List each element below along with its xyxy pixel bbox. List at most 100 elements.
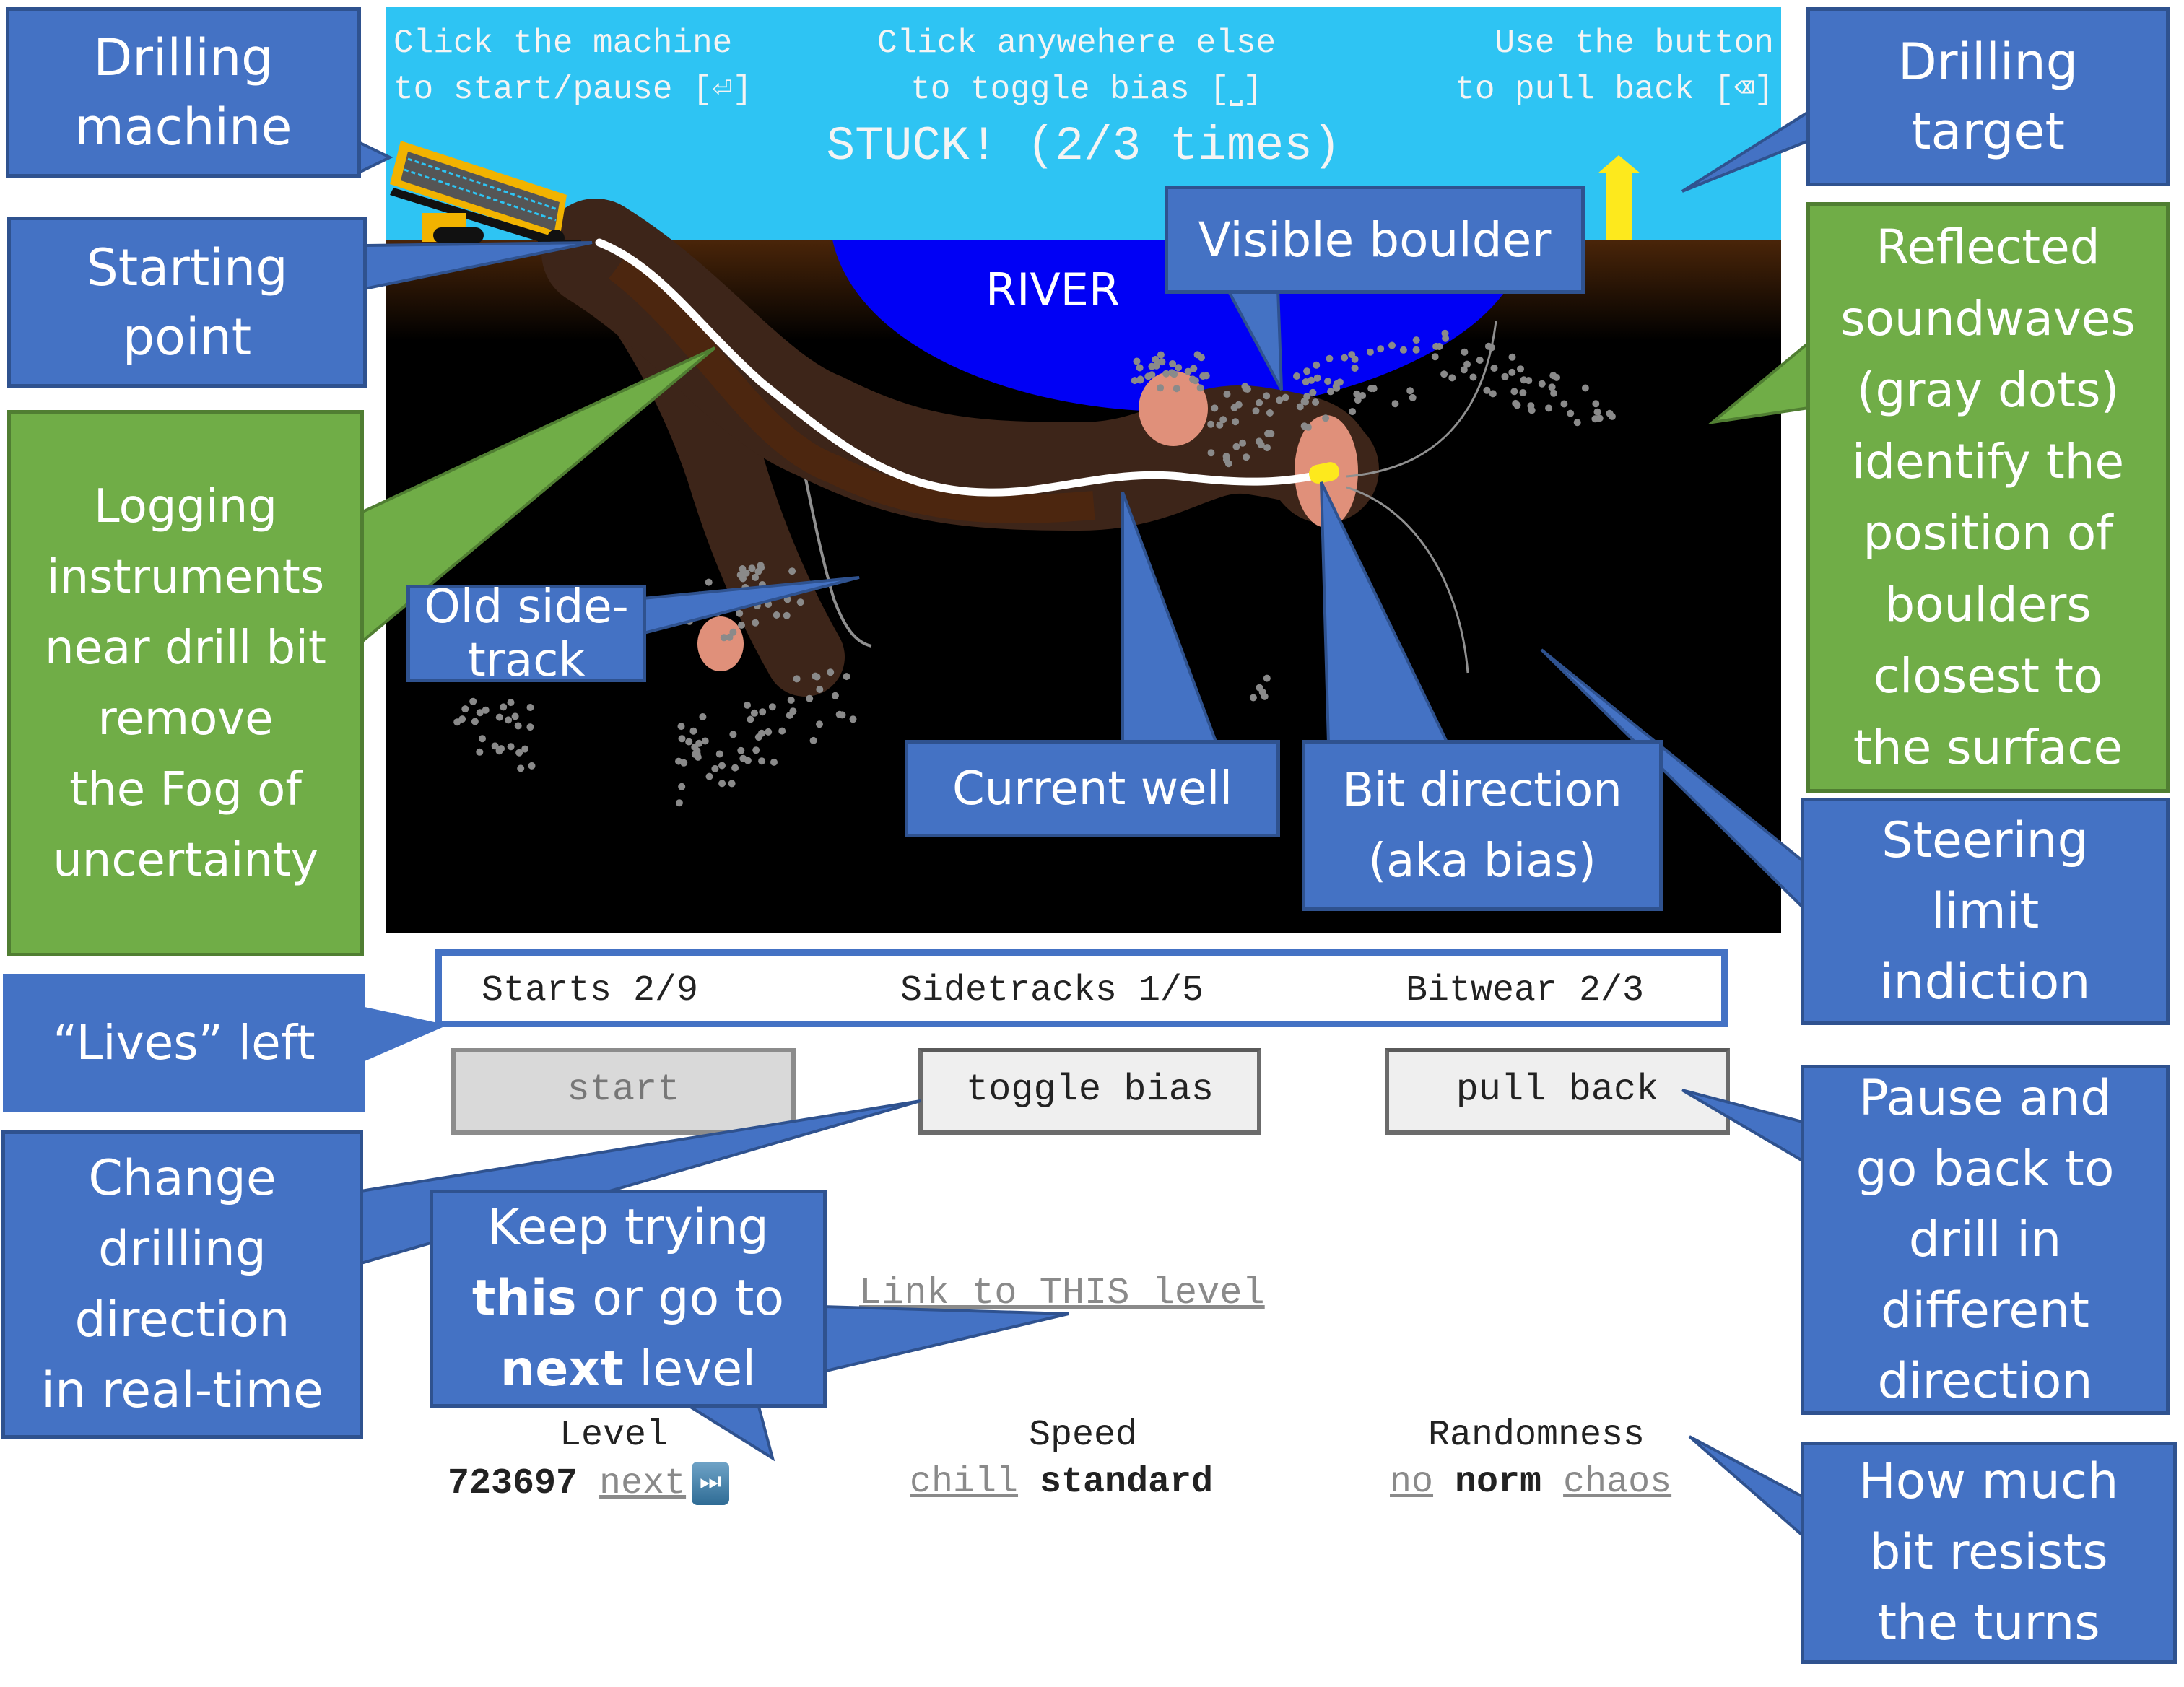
soundwave-dot <box>1241 383 1249 391</box>
soundwave-dot <box>1266 409 1274 417</box>
soundwave-dot <box>1303 393 1311 401</box>
soundwave-dot <box>1207 420 1215 428</box>
soundwave-dot <box>701 737 709 745</box>
soundwave-dot <box>843 673 850 681</box>
soundwave-dot <box>1202 372 1210 380</box>
soundwave-dot <box>495 747 503 755</box>
soundwave-dot <box>768 703 776 711</box>
soundwave-dot <box>526 723 534 731</box>
hint-pull-line2: to pull back [⌫] <box>1455 71 1774 108</box>
pointer-keep-trying-next <box>681 1403 775 1462</box>
speed-option-standard[interactable]: standard <box>1040 1462 1213 1503</box>
callout-current-well: Current well <box>905 740 1280 837</box>
soundwave-dot <box>1324 378 1332 385</box>
soundwave-dot <box>753 602 761 609</box>
river-label: RIVER <box>986 263 1121 316</box>
keep-trying-line2: this or go to <box>472 1263 784 1334</box>
soundwave-dot <box>788 567 796 575</box>
soundwave-dot <box>1173 385 1180 393</box>
soundwave-dot <box>1593 408 1601 416</box>
soundwave-dot <box>1224 460 1232 468</box>
soundwave-dot <box>1191 377 1199 385</box>
soundwave-dot <box>738 622 745 629</box>
callout-bit-resists: How much bit resists the turns <box>1801 1442 2177 1664</box>
callout-change-direction: Change drilling direction in real-time <box>1 1130 363 1439</box>
hint-pull-back: Use the button to pull back [⌫] <box>1455 20 1774 113</box>
soundwave-dot <box>831 692 839 699</box>
soundwave-dot <box>675 799 683 807</box>
soundwave-dot <box>752 619 760 627</box>
soundwave-dot <box>515 749 523 757</box>
soundwave-dot <box>849 715 857 723</box>
soundwave-dot <box>685 738 693 746</box>
soundwave-dot <box>714 590 722 598</box>
callout-old-sidetrack: Old side-track <box>406 580 646 687</box>
soundwave-dot <box>705 578 713 586</box>
soundwave-dot <box>500 703 508 711</box>
hint-start-line1: Click the machine <box>393 25 733 62</box>
soundwave-dot <box>758 581 766 588</box>
next-level-link[interactable]: next <box>599 1463 686 1504</box>
soundwave-dot <box>1256 684 1263 692</box>
soundwave-dot <box>1249 694 1257 702</box>
pull-back-button[interactable]: pull back <box>1385 1048 1730 1135</box>
soundwave-dot <box>476 709 484 717</box>
soundwave-dot <box>526 704 534 711</box>
randomness-option-chaos[interactable]: chaos <box>1563 1462 1671 1503</box>
soundwave-dot <box>1136 364 1144 372</box>
soundwave-dot <box>1476 357 1484 364</box>
fast-forward-icon[interactable]: ⏭ <box>692 1462 730 1505</box>
keep-trying-or-go: or go to <box>576 1270 785 1327</box>
soundwave-dot <box>1211 404 1219 412</box>
soundwave-dot <box>1490 365 1498 372</box>
keep-trying-next: next <box>500 1341 624 1398</box>
callout-visible-boulder: Visible boulder <box>1165 186 1585 294</box>
soundwave-dot <box>1513 401 1521 409</box>
soundwave-dot <box>1207 449 1215 457</box>
callout-logging: Logging instruments near drill bit remov… <box>7 410 364 956</box>
soundwave-dot <box>741 583 749 591</box>
soundwave-dot <box>1351 365 1359 372</box>
callout-bit-direction-text: Bit direction (aka bias) <box>1342 763 1622 888</box>
soundwave-dot <box>1276 396 1284 404</box>
soundwave-dot <box>1341 354 1349 362</box>
randomness-option-no[interactable]: no <box>1390 1462 1433 1503</box>
soundwave-dot <box>476 748 484 756</box>
soundwave-dot <box>720 634 728 642</box>
start-button[interactable]: start <box>451 1048 796 1135</box>
soundwave-dot <box>1263 674 1271 682</box>
soundwave-dot <box>809 736 817 744</box>
soundwave-dot <box>1520 376 1528 384</box>
randomness-option-norm[interactable]: norm <box>1455 1462 1541 1503</box>
soundwave-dot <box>1412 336 1420 344</box>
soundwave-dot <box>1168 369 1175 377</box>
soundwave-dot <box>453 718 461 726</box>
soundwave-dot <box>1567 409 1575 417</box>
soundwave-dot <box>813 673 821 681</box>
soundwave-dot <box>686 617 693 625</box>
callout-reflected-text: Reflected soundwaves (gray dots) identif… <box>1840 219 2136 775</box>
soundwave-dot <box>1243 453 1250 461</box>
soundwave-dot <box>1508 353 1516 361</box>
soundwave-dots <box>453 329 1616 807</box>
soundwave-dot <box>747 715 754 723</box>
soundwave-dot <box>806 694 814 702</box>
callout-bit-resists-text: How much bit resists the turns <box>1858 1453 2119 1652</box>
speed-option-chill[interactable]: chill <box>910 1462 1018 1503</box>
soundwave-dot <box>1519 389 1527 396</box>
soundwave-dot <box>1560 400 1568 408</box>
soundwave-dot <box>718 762 726 770</box>
soundwave-dot <box>1175 364 1183 372</box>
soundwave-dot <box>695 739 703 747</box>
soundwave-dot <box>752 746 760 754</box>
link-this-level[interactable]: Link to THIS level <box>859 1272 1265 1315</box>
soundwave-dot <box>838 711 846 719</box>
toggle-bias-button[interactable]: toggle bias <box>918 1048 1261 1135</box>
callout-old-sidetrack-text: Old side-track <box>424 580 629 687</box>
soundwave-dot <box>689 727 697 735</box>
soundwave-dot <box>1538 380 1546 388</box>
hint-pull-line1: Use the button <box>1495 25 1774 62</box>
soundwave-dot <box>1322 414 1330 422</box>
soundwave-dot <box>687 601 695 609</box>
soundwave-dot <box>1239 439 1247 447</box>
